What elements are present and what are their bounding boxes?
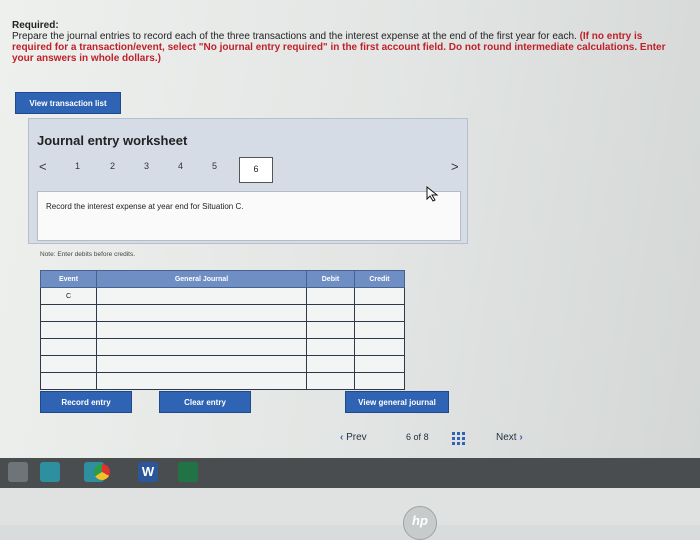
clear-entry-button[interactable]: Clear entry (159, 391, 251, 413)
event-cell (40, 321, 97, 339)
page-of: of (413, 432, 422, 442)
worksheet-pager: < 1 2 3 4 5 6 > (37, 157, 459, 183)
credit-cell[interactable] (354, 321, 405, 339)
prev-label: Prev (346, 432, 367, 443)
pager-page-2[interactable]: 2 (110, 161, 115, 171)
view-general-journal-button[interactable]: View general journal (345, 391, 449, 413)
transaction-description: Record the interest expense at year end … (37, 191, 461, 241)
debit-cell[interactable] (306, 338, 355, 356)
media-player-icon[interactable] (40, 462, 60, 482)
event-column-header: Event (40, 270, 97, 288)
credit-cell[interactable] (354, 338, 405, 356)
account-cell[interactable] (96, 355, 307, 373)
event-cell (40, 338, 97, 356)
table-row (40, 372, 405, 390)
journal-header-row: Event General Journal Debit Credit (40, 270, 405, 288)
taskbar-start-icon[interactable] (8, 462, 28, 482)
view-transaction-list-button[interactable]: View transaction list (15, 92, 121, 114)
account-cell[interactable] (96, 304, 307, 322)
next-link[interactable]: Next › (496, 432, 523, 443)
journal-table: Event General Journal Debit Credit C (40, 270, 405, 390)
grid-icon[interactable] (452, 432, 466, 446)
debit-cell[interactable] (306, 321, 355, 339)
debits-note: Note: Enter debits before credits. (40, 251, 136, 258)
record-entry-button[interactable]: Record entry (40, 391, 132, 413)
chrome-icon[interactable] (94, 464, 110, 480)
pager-page-4[interactable]: 4 (178, 161, 183, 171)
excel-icon[interactable] (178, 462, 198, 482)
credit-cell[interactable] (354, 287, 405, 305)
account-cell[interactable] (96, 372, 307, 390)
table-row (40, 304, 405, 322)
chevron-right-icon: › (519, 432, 523, 443)
instructions: Required: Prepare the journal entries to… (12, 20, 682, 64)
chevron-left-icon: ‹ (340, 432, 344, 443)
general-journal-column-header: General Journal (96, 270, 307, 288)
account-cell[interactable] (96, 321, 307, 339)
pager-page-5[interactable]: 5 (212, 161, 217, 171)
pager-page-6-active[interactable]: 6 (239, 157, 273, 183)
table-row: C (40, 287, 405, 305)
page-indicator: 6 of 8 (406, 432, 429, 442)
pager-page-1[interactable]: 1 (75, 161, 80, 171)
table-row (40, 321, 405, 339)
event-cell (40, 355, 97, 373)
debit-cell[interactable] (306, 355, 355, 373)
debit-cell[interactable] (306, 287, 355, 305)
credit-cell[interactable] (354, 355, 405, 373)
instructions-heading: Required: (12, 20, 59, 31)
pager-next-arrow[interactable]: > (451, 159, 459, 174)
event-cell (40, 372, 97, 390)
debit-cell[interactable] (306, 304, 355, 322)
table-row (40, 355, 405, 373)
total-pages: 8 (423, 432, 429, 442)
instructions-text: Prepare the journal entries to record ea… (12, 31, 577, 42)
current-page: 6 (406, 432, 412, 442)
event-cell: C (40, 287, 97, 305)
worksheet-title: Journal entry worksheet (37, 133, 188, 148)
pager-page-3[interactable]: 3 (144, 161, 149, 171)
pager-prev-arrow[interactable]: < (39, 159, 47, 174)
credit-cell[interactable] (354, 304, 405, 322)
event-cell (40, 304, 97, 322)
table-row (40, 338, 405, 356)
debit-cell[interactable] (306, 372, 355, 390)
monitor-bezel (0, 488, 700, 525)
cursor-arrow-icon (426, 186, 439, 202)
credit-column-header: Credit (354, 270, 405, 288)
next-label: Next (496, 432, 517, 443)
account-cell[interactable] (96, 338, 307, 356)
transaction-description-text: Record the interest expense at year end … (46, 202, 244, 211)
account-cell[interactable] (96, 287, 307, 305)
prev-link[interactable]: ‹ Prev (340, 432, 367, 443)
debit-column-header: Debit (306, 270, 355, 288)
journal-entry-worksheet: Journal entry worksheet < 1 2 3 4 5 6 > … (28, 118, 468, 244)
hp-logo: hp (403, 506, 437, 540)
credit-cell[interactable] (354, 372, 405, 390)
screen: Required: Prepare the journal entries to… (0, 0, 700, 458)
word-icon[interactable]: W (138, 462, 158, 482)
